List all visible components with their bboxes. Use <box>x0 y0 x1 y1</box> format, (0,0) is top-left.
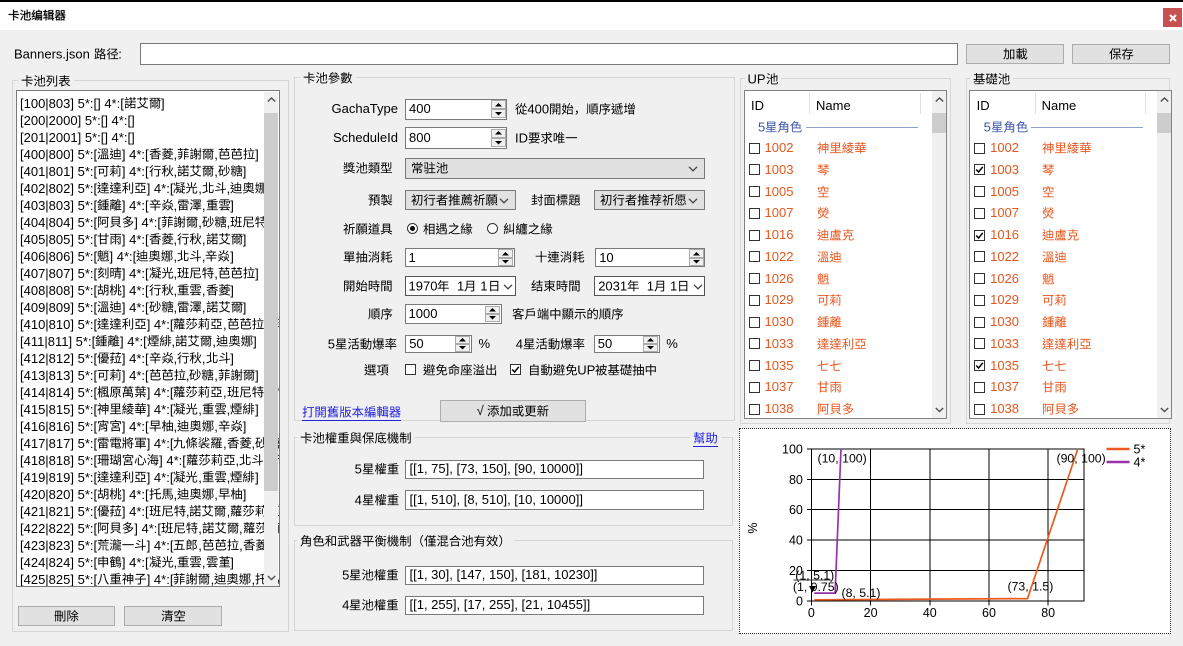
svg-text:60: 60 <box>982 606 996 620</box>
svg-text:(73, 1.5): (73, 1.5) <box>1007 579 1053 593</box>
svg-text:5*: 5* <box>1133 442 1145 456</box>
svg-text:(8, 5.1): (8, 5.1) <box>841 586 880 600</box>
svg-text:80: 80 <box>788 472 802 486</box>
svg-text:40: 40 <box>922 606 936 620</box>
svg-text:%: % <box>746 522 760 533</box>
svg-text:(10, 100): (10, 100) <box>817 451 866 465</box>
svg-text:0: 0 <box>807 606 814 620</box>
svg-text:4*: 4* <box>1133 455 1145 469</box>
svg-text:80: 80 <box>1041 606 1055 620</box>
svg-text:20: 20 <box>863 606 877 620</box>
svg-text:100: 100 <box>782 442 803 456</box>
svg-text:(90, 100): (90, 100) <box>1056 451 1105 465</box>
svg-text:0: 0 <box>795 594 802 608</box>
svg-text:40: 40 <box>788 533 802 547</box>
svg-text:(1, 0.75): (1, 0.75) <box>792 579 838 593</box>
svg-text:60: 60 <box>788 503 802 517</box>
